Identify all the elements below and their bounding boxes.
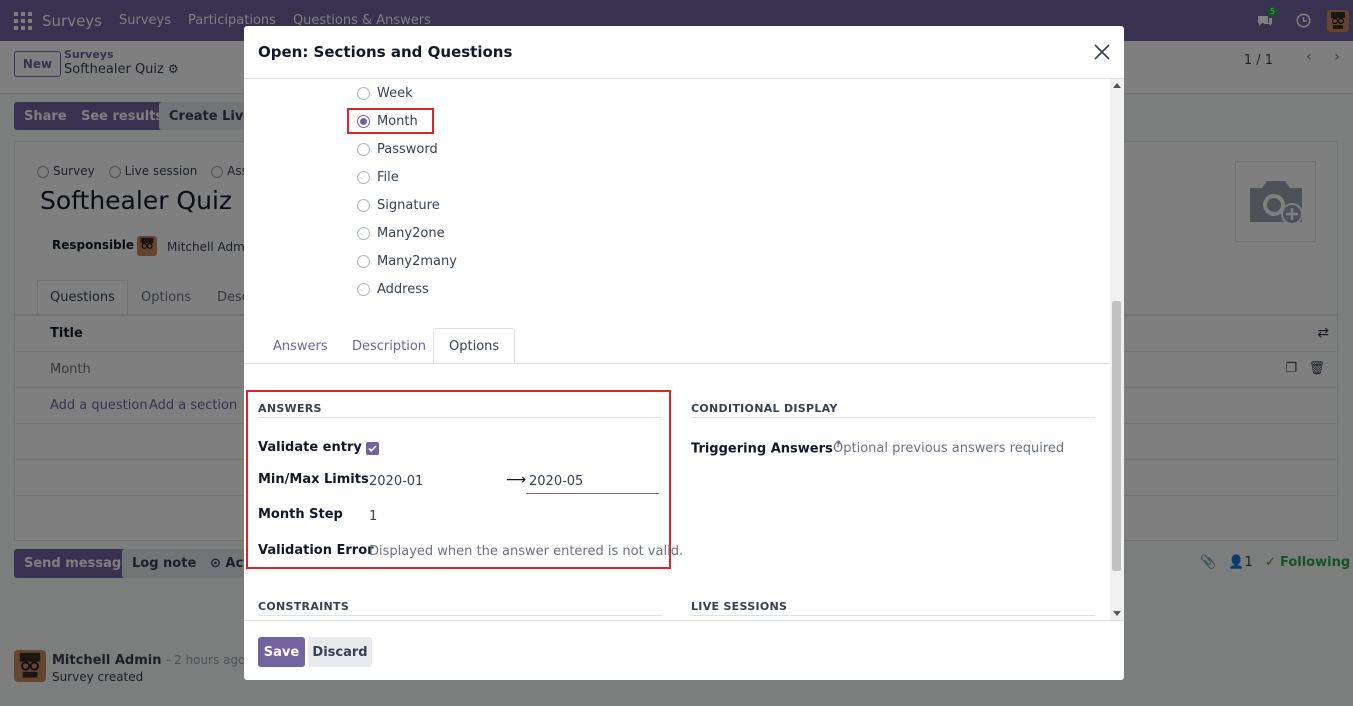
type-option-label: Signature [377,197,440,213]
range-arrow-icon: ⟶ [506,472,527,488]
tab-answers[interactable]: Answers [258,328,343,364]
type-option-address[interactable]: Address [357,279,429,299]
close-icon[interactable] [1092,42,1112,62]
type-option-label: Password [377,141,438,157]
scroll-up-icon[interactable] [1113,83,1121,88]
type-option-label: Week [377,85,413,101]
validate-entry-checkbox[interactable] [366,442,379,455]
max-limit-input[interactable]: 2020-05 [526,472,659,494]
radio-many2one[interactable] [357,226,370,240]
radio-signature[interactable] [357,198,370,212]
validate-entry-label: Validate entry [258,440,362,455]
section-divider [691,615,1095,616]
type-option-week[interactable]: Week [357,83,413,103]
tabs-divider [244,363,1110,364]
section-divider [258,417,662,418]
scrollbar-thumb[interactable] [1112,301,1121,571]
question-dialog: Open: Sections and Questions Week Month … [244,26,1124,680]
type-option-signature[interactable]: Signature [357,195,440,215]
scroll-down-icon[interactable] [1113,611,1121,616]
modal-footer: Save Discard [244,620,1124,680]
modal-title: Open: Sections and Questions [258,43,513,61]
validation-error-input[interactable]: Displayed when the answer entered is not… [369,544,683,559]
type-option-many2one[interactable]: Many2one [357,223,445,243]
month-step-input[interactable]: 1 [369,509,377,524]
triggering-answers-label: Triggering Answers? [691,440,841,456]
tab-options[interactable]: Options [433,328,516,364]
radio-file[interactable] [357,170,370,184]
section-divider [691,417,1095,418]
max-limit-value: 2020-05 [529,474,584,489]
validation-error-label: Validation Error [258,543,374,558]
answers-section-title: ANSWERS [258,402,322,415]
min-limit-input[interactable]: 2020-01 [369,474,423,489]
radio-password[interactable] [357,142,370,156]
constraints-title: CONSTRAINTS [258,600,350,613]
radio-many2many[interactable] [357,254,370,268]
type-option-file[interactable]: File [357,167,399,187]
radio-address[interactable] [357,282,370,296]
modal-body: Week Month Password File Signature Many2… [244,79,1124,620]
modal-header: Open: Sections and Questions [244,26,1124,79]
tab-description[interactable]: Description [337,328,441,364]
conditional-display-title: CONDITIONAL DISPLAY [691,402,838,415]
type-option-label: Many2many [377,253,457,269]
section-divider [258,615,662,616]
modal-scrollbar[interactable] [1110,79,1124,620]
live-sessions-title: LIVE SESSIONS [691,600,788,613]
type-option-password[interactable]: Password [357,139,438,159]
type-option-label: Address [377,281,429,297]
highlight-box-month [347,108,434,134]
discard-button[interactable]: Discard [308,637,372,667]
min-max-limits-label: Min/Max Limits [258,472,369,487]
month-step-label: Month Step [258,507,343,522]
type-option-label: Many2one [377,225,445,241]
triggering-answers-input[interactable]: Optional previous answers required [833,441,1064,456]
save-button[interactable]: Save [258,637,305,667]
type-option-many2many[interactable]: Many2many [357,251,457,271]
type-option-label: File [377,169,399,185]
triggering-answers-text: Triggering Answers [691,441,833,457]
radio-week[interactable] [357,86,370,100]
